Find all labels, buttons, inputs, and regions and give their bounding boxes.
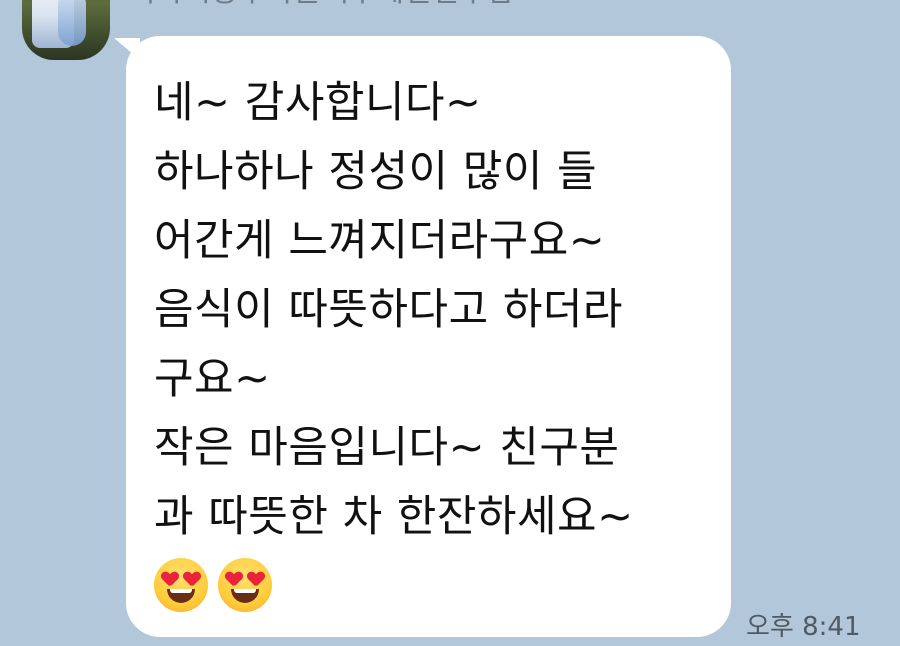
heart-eyes-emoji-icon [218,558,272,612]
message-bubble[interactable]: 네~ 감사합니다~ 하나하나 정성이 많이 들 어간게 느껴지더라구요~ 음식이… [126,36,731,637]
heart-eyes-emoji-icon [154,558,208,612]
message-line: 과 따뜻한 차 한잔하세요~ [154,492,634,542]
message-timestamp: 오후 8:41 [746,612,861,642]
avatar-photo-figure-secondary [58,0,86,46]
message-line: 작은 마음입니다~ 친구분 [154,423,620,473]
message-line: 네~ 감사합니다~ [154,78,482,128]
message-line: 음식이 따뜻하다고 하더라 [154,285,623,335]
message-text: 네~ 감사합니다~ 하나하나 정성이 많이 들 어간게 느껴지더라구요~ 음식이… [154,69,713,552]
message-line: 어간게 느껴지더라구요~ [154,216,606,266]
sender-name[interactable]: 이마시장우사본백우혜진선우맘 [128,0,514,10]
message-line: 구요~ [154,354,271,404]
sender-avatar[interactable] [22,0,110,60]
message-line: 하나하나 정성이 많이 들 [154,147,598,197]
emoji-row [154,558,713,612]
